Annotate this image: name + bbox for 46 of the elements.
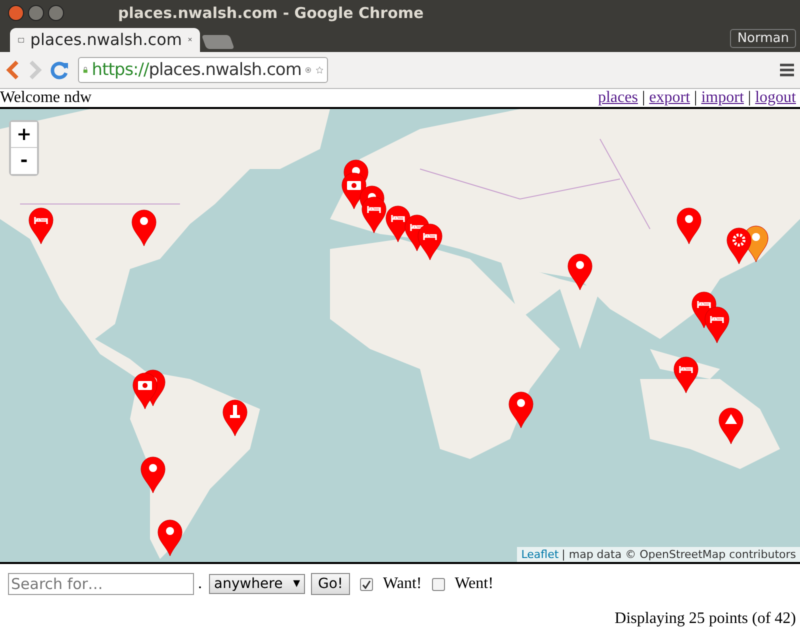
checkbox[interactable] (360, 578, 374, 590)
attribution-text: | map data © OpenStreetMap contributors (562, 548, 796, 561)
reload-icon[interactable] (50, 60, 70, 80)
link-separator: | (748, 88, 752, 107)
map-marker-icon[interactable] (508, 390, 534, 429)
marker-cluster-drawing[interactable] (132, 368, 166, 410)
map-marker-icon[interactable] (567, 252, 593, 291)
back-icon[interactable] (6, 60, 20, 80)
map-marker-icon[interactable] (140, 456, 166, 494)
marker-cluster-drawing[interactable] (691, 290, 730, 344)
new-tab-button[interactable] (201, 34, 235, 49)
nav-link[interactable]: export (649, 88, 690, 107)
profile-button[interactable]: Norman (730, 28, 796, 48)
map-marker-icon[interactable] (676, 206, 702, 245)
minimize-icon[interactable] (28, 5, 44, 22)
map-marker-icon[interactable] (718, 406, 744, 445)
nav-link[interactable]: import (701, 88, 744, 107)
nav-link[interactable]: logout (755, 88, 796, 107)
zoom-in-button[interactable]: + (11, 122, 37, 148)
go-button[interactable]: Go! (311, 573, 350, 595)
map-marker-icon[interactable] (222, 398, 248, 437)
map-marker-icon[interactable] (673, 356, 699, 394)
status-text: Displaying 25 points (of 42) (614, 609, 797, 628)
window-title: places.nwalsh.com - Google Chrome (118, 4, 424, 22)
nav-link[interactable]: places (598, 88, 638, 107)
menu-icon[interactable] (780, 62, 794, 77)
url-text: https://places.nwalsh.com (92, 60, 302, 80)
browser-tab[interactable]: places.nwalsh.com (10, 28, 200, 52)
close-icon[interactable] (8, 5, 24, 22)
checkbox[interactable] (432, 578, 445, 590)
maximize-icon[interactable] (48, 5, 64, 22)
link-separator: | (694, 88, 698, 107)
marker-cluster-drawing[interactable] (726, 224, 769, 265)
period-text: . (198, 575, 202, 593)
link-separator: | (642, 88, 646, 107)
welcome-text: Welcome ndw (0, 88, 92, 107)
map-marker-icon[interactable] (157, 518, 183, 557)
map-marker-icon[interactable] (28, 206, 54, 245)
checkbox-label: Want! (383, 575, 422, 593)
leaflet-link[interactable]: Leaflet (521, 548, 559, 561)
address-field[interactable]: https://places.nwalsh.com (78, 56, 328, 83)
checkbox-label: Went! (454, 575, 494, 593)
scope-dropdown[interactable]: anywhere ▼ (209, 574, 305, 594)
search-field[interactable]: Search for… (8, 573, 194, 595)
marker-cluster-drawing[interactable] (341, 158, 443, 261)
map-marker-icon[interactable] (131, 208, 157, 247)
